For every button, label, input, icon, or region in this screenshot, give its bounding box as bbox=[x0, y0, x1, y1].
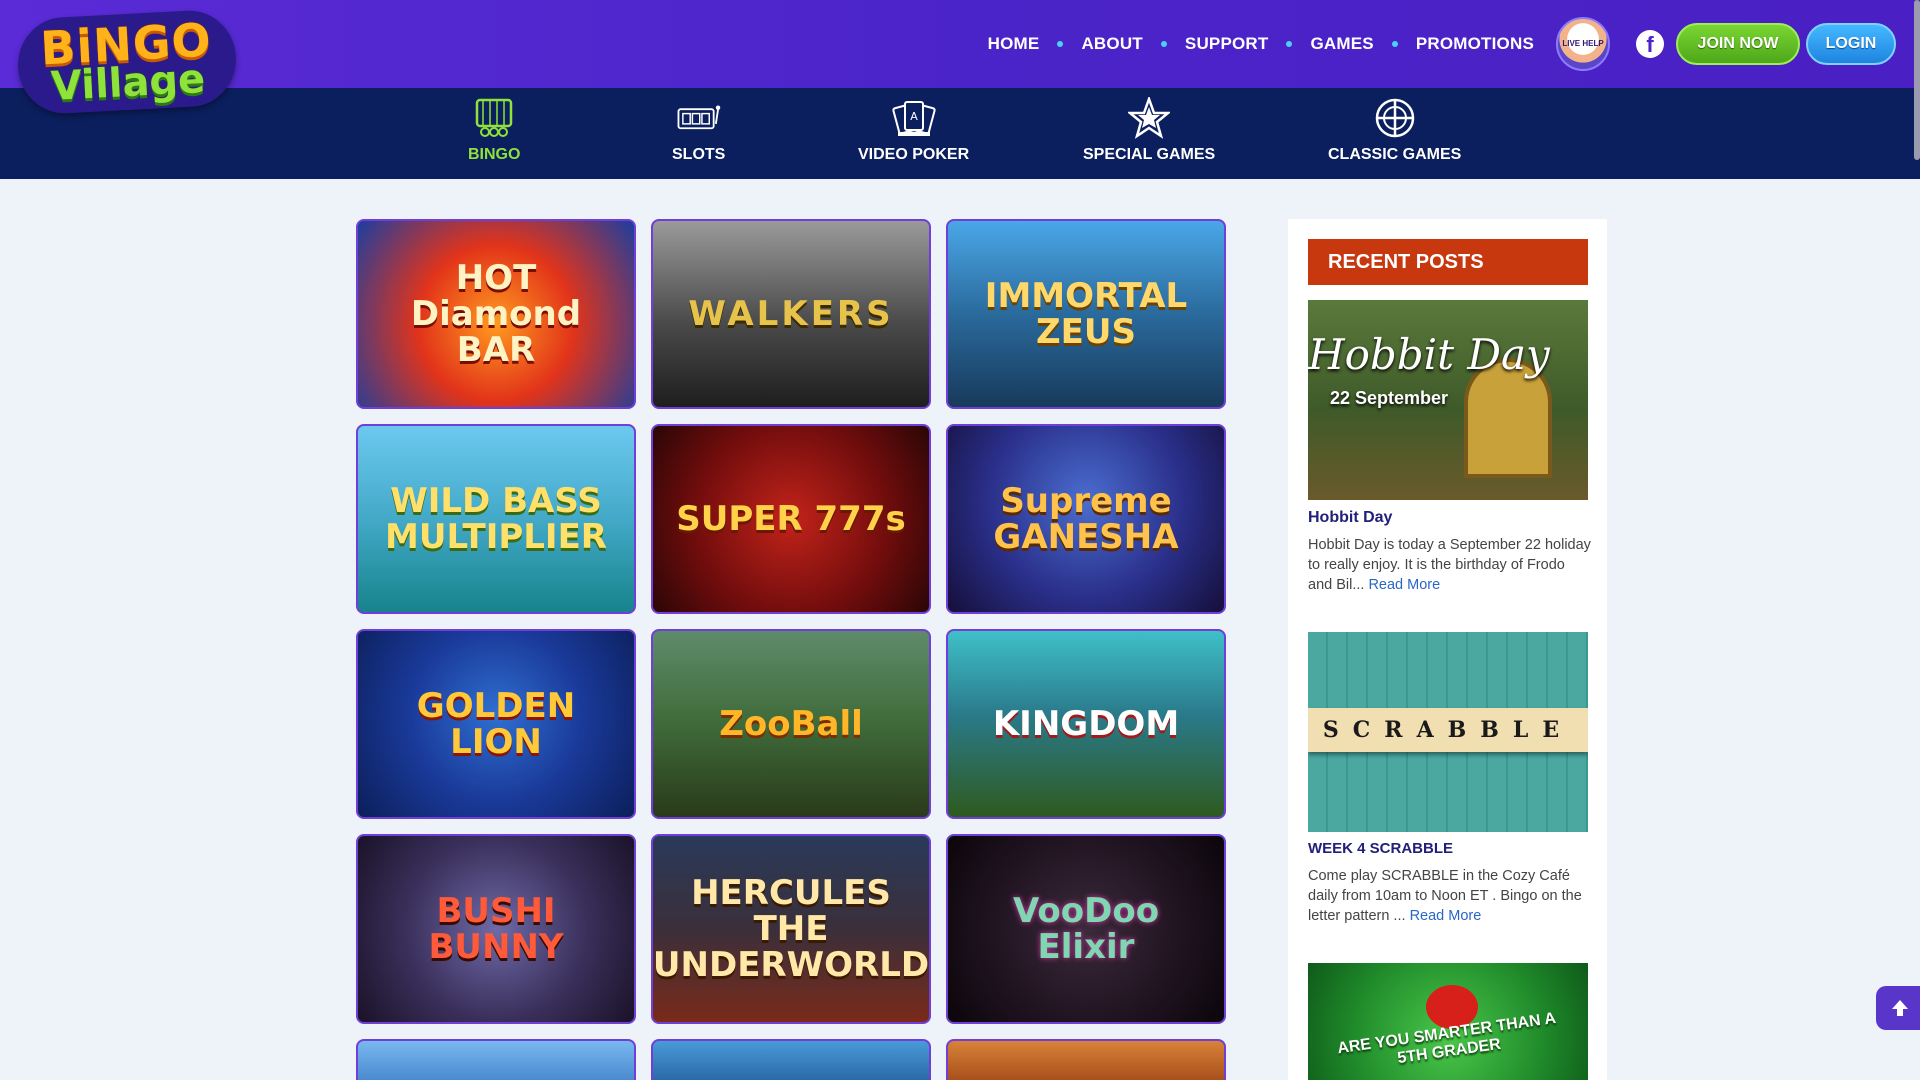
post-excerpt: Come play SCRABBLE in the Cozy Café dail… bbox=[1308, 866, 1592, 926]
game-tile[interactable]: ZooBall bbox=[651, 629, 931, 819]
svg-text:A: A bbox=[910, 110, 918, 123]
game-tile[interactable]: HOT Diamond BAR bbox=[356, 219, 636, 409]
post-image-scrabble[interactable]: SCRABBLE bbox=[1308, 632, 1588, 832]
post-image-hobbit-day[interactable]: Hobbit Day 22 September bbox=[1308, 300, 1588, 500]
post-excerpt-text: Hobbit Day is today a September 22 holid… bbox=[1308, 537, 1591, 593]
category-slots[interactable]: SLOTS bbox=[672, 96, 725, 164]
nav-separator-dot bbox=[1057, 41, 1064, 47]
nav-home[interactable]: HOME bbox=[988, 34, 1040, 54]
game-tile[interactable]: Supreme GANESHA bbox=[946, 424, 1226, 614]
category-label: SLOTS bbox=[672, 146, 726, 163]
playing-cards-icon: A bbox=[891, 96, 936, 140]
read-more-link[interactable]: Read More bbox=[1368, 577, 1440, 593]
game-category-bar: BINGO SLOTS A VIDEO POKER SPECIAL GAMES … bbox=[0, 88, 1920, 179]
nav-promotions[interactable]: PROMOTIONS bbox=[1416, 34, 1534, 54]
game-title: Supreme GANESHA bbox=[993, 481, 1179, 557]
nav-separator-dot bbox=[1286, 41, 1293, 47]
category-label: VIDEO POKER bbox=[858, 146, 970, 163]
page-scrollbar[interactable] bbox=[1914, 0, 1920, 160]
live-help-label: LIVE HELP bbox=[1562, 39, 1604, 48]
slot-machine-icon bbox=[677, 96, 721, 140]
game-tile[interactable]: KINGDOM bbox=[946, 629, 1226, 819]
live-help-button[interactable]: LIVE HELP bbox=[1556, 17, 1610, 71]
logo-text-village: Village bbox=[49, 55, 207, 110]
game-tile[interactable]: GOLDEN LION bbox=[356, 629, 636, 819]
game-title: HERCULES THE UNDERWORLD bbox=[652, 873, 930, 985]
arrow-up-icon bbox=[1892, 1000, 1908, 1016]
scrabble-tiles: SCRABBLE bbox=[1308, 708, 1588, 752]
category-label: CLASSIC GAMES bbox=[1328, 146, 1462, 163]
recent-posts-heading: RECENT POSTS bbox=[1308, 239, 1588, 285]
login-button[interactable]: LOGIN bbox=[1806, 23, 1896, 65]
bingo-cage-icon bbox=[472, 96, 516, 140]
category-video-poker[interactable]: A VIDEO POKER bbox=[858, 96, 969, 164]
nav-games[interactable]: GAMES bbox=[1310, 34, 1373, 54]
game-tile[interactable] bbox=[356, 1039, 636, 1080]
game-title: ZooBall bbox=[719, 704, 863, 744]
post-title[interactable]: Hobbit Day bbox=[1308, 509, 1392, 527]
nav-separator-dot bbox=[1160, 41, 1167, 47]
category-label: BINGO bbox=[468, 146, 521, 163]
star-icon bbox=[1127, 96, 1171, 140]
nav-about[interactable]: ABOUT bbox=[1081, 34, 1142, 54]
game-title: BUSHI BUNNY bbox=[428, 891, 564, 967]
post-title[interactable]: WEEK 4 SCRABBLE bbox=[1308, 840, 1453, 857]
game-title: WILD BASS MULTIPLIER bbox=[385, 481, 607, 557]
game-title: SUPER 777s bbox=[676, 499, 906, 539]
category-label: SPECIAL GAMES bbox=[1083, 146, 1216, 163]
post-image-subtitle: 22 September bbox=[1330, 388, 1449, 408]
join-now-button[interactable]: JOIN NOW bbox=[1676, 23, 1800, 65]
post-image-title: Hobbit Day bbox=[1308, 330, 1550, 379]
post-image-smarter-than-5th-grader[interactable]: ARE YOU SMARTER THAN A 5TH GRADER bbox=[1308, 963, 1588, 1080]
game-title: VooDoo Elixir bbox=[1012, 891, 1160, 967]
main-nav: HOME ABOUT SUPPORT GAMES PROMOTIONS bbox=[988, 0, 1534, 88]
post-excerpt: Hobbit Day is today a September 22 holid… bbox=[1308, 535, 1592, 595]
game-tile[interactable]: WILD BASS MULTIPLIER bbox=[356, 424, 636, 614]
nav-separator-dot bbox=[1391, 41, 1398, 47]
game-tile[interactable] bbox=[946, 1039, 1226, 1080]
game-title: KINGDOM bbox=[992, 704, 1180, 744]
game-tile[interactable]: SUPER 777s bbox=[651, 424, 931, 614]
game-tile[interactable]: BUSHI BUNNY bbox=[356, 834, 636, 1024]
scroll-to-top-button[interactable] bbox=[1876, 986, 1920, 1030]
top-header bbox=[0, 0, 1920, 88]
category-special-games[interactable]: SPECIAL GAMES bbox=[1083, 96, 1215, 164]
game-title: WALKERS bbox=[688, 294, 894, 334]
game-tile[interactable]: HERCULES THE UNDERWORLD bbox=[651, 834, 931, 1024]
facebook-icon[interactable]: f bbox=[1636, 30, 1664, 58]
game-title: HOT Diamond BAR bbox=[410, 258, 582, 370]
category-classic-games[interactable]: CLASSIC GAMES bbox=[1328, 96, 1461, 164]
bingo-village-logo[interactable]: BiNGO Village bbox=[15, 8, 239, 116]
game-title: GOLDEN LION bbox=[416, 686, 576, 762]
recent-posts-sidebar: RECENT POSTS Hobbit Day 22 September Hob… bbox=[1288, 219, 1607, 1080]
category-bingo[interactable]: BINGO bbox=[468, 96, 520, 164]
compass-icon bbox=[1373, 96, 1417, 140]
nav-support[interactable]: SUPPORT bbox=[1185, 34, 1269, 54]
game-tile[interactable]: WALKERS bbox=[651, 219, 931, 409]
game-tile[interactable]: VooDoo Elixir bbox=[946, 834, 1226, 1024]
game-tile[interactable] bbox=[651, 1039, 931, 1080]
game-title: IMMORTAL ZEUS bbox=[984, 276, 1188, 352]
game-tile[interactable]: IMMORTAL ZEUS bbox=[946, 219, 1226, 409]
read-more-link[interactable]: Read More bbox=[1410, 908, 1482, 924]
